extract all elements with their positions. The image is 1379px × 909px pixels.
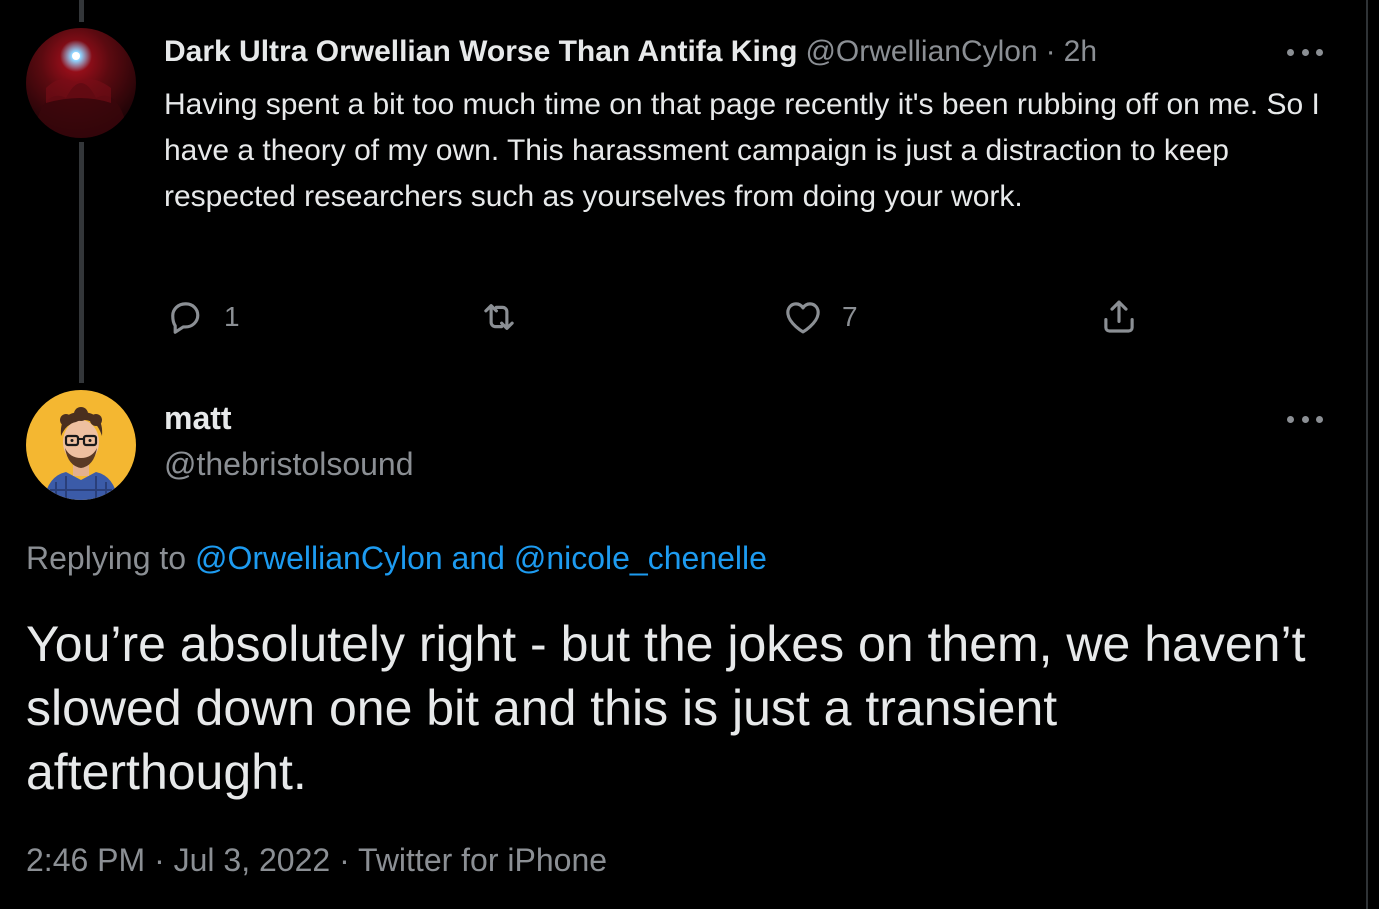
mention-link[interactable]: @nicole_chenelle: [514, 540, 767, 576]
replying-and[interactable]: and: [452, 540, 505, 576]
timestamp[interactable]: 2h: [1064, 35, 1097, 69]
replying-prefix: Replying to: [26, 540, 187, 576]
tweet-time[interactable]: 2:46 PM: [26, 842, 145, 878]
display-name[interactable]: Dark Ultra Orwellian Worse Than Antifa K…: [164, 35, 797, 69]
reply-button[interactable]: 1: [164, 292, 240, 342]
thread-connector-line: [79, 142, 84, 383]
tweet-metadata: 2:46 PM · Jul 3, 2022 · Twitter for iPho…: [26, 842, 607, 879]
parent-tweet-header: Dark Ultra Orwellian Worse Than Antifa K…: [164, 32, 1097, 72]
tweet-text: Having spent a bit too much time on that…: [164, 88, 1320, 213]
main-avatar-image: [26, 390, 136, 500]
tweet-source[interactable]: Twitter for iPhone: [358, 842, 607, 878]
tweet-detail-view: Dark Ultra Orwellian Worse Than Antifa K…: [0, 0, 1379, 909]
separator: ·: [339, 842, 350, 878]
user-handle[interactable]: @thebristolsound: [164, 446, 414, 483]
avatar[interactable]: [26, 28, 136, 138]
user-handle[interactable]: @OrwellianCylon: [805, 35, 1037, 69]
avatar[interactable]: [26, 390, 136, 500]
tweet-text: You’re absolutely right - but the jokes …: [26, 616, 1306, 800]
replying-to: Replying to @OrwellianCylon and @nicole_…: [26, 540, 767, 577]
reply-icon: [171, 302, 200, 334]
like-count: 7: [842, 301, 858, 332]
retweet-icon: [484, 304, 514, 330]
retweet-button[interactable]: [478, 292, 520, 342]
parent-avatar-image: [26, 28, 136, 138]
column-border: [1366, 0, 1368, 909]
share-button[interactable]: [1098, 292, 1140, 342]
thread-line-top: [79, 0, 84, 22]
share-icon: [1104, 300, 1134, 333]
separator: ·: [1045, 35, 1056, 68]
reply-count: 1: [224, 301, 240, 332]
tweet-actions: 1 7: [164, 292, 1364, 342]
like-button[interactable]: 7: [782, 292, 858, 342]
more-horizontal-icon[interactable]: [1283, 42, 1327, 62]
more-horizontal-icon[interactable]: [1283, 409, 1327, 429]
separator: ·: [154, 842, 165, 878]
tweet-date[interactable]: Jul 3, 2022: [174, 842, 331, 878]
display-name[interactable]: matt: [164, 400, 232, 437]
heart-icon: [786, 302, 820, 334]
mention-link[interactable]: @OrwellianCylon: [195, 540, 443, 576]
